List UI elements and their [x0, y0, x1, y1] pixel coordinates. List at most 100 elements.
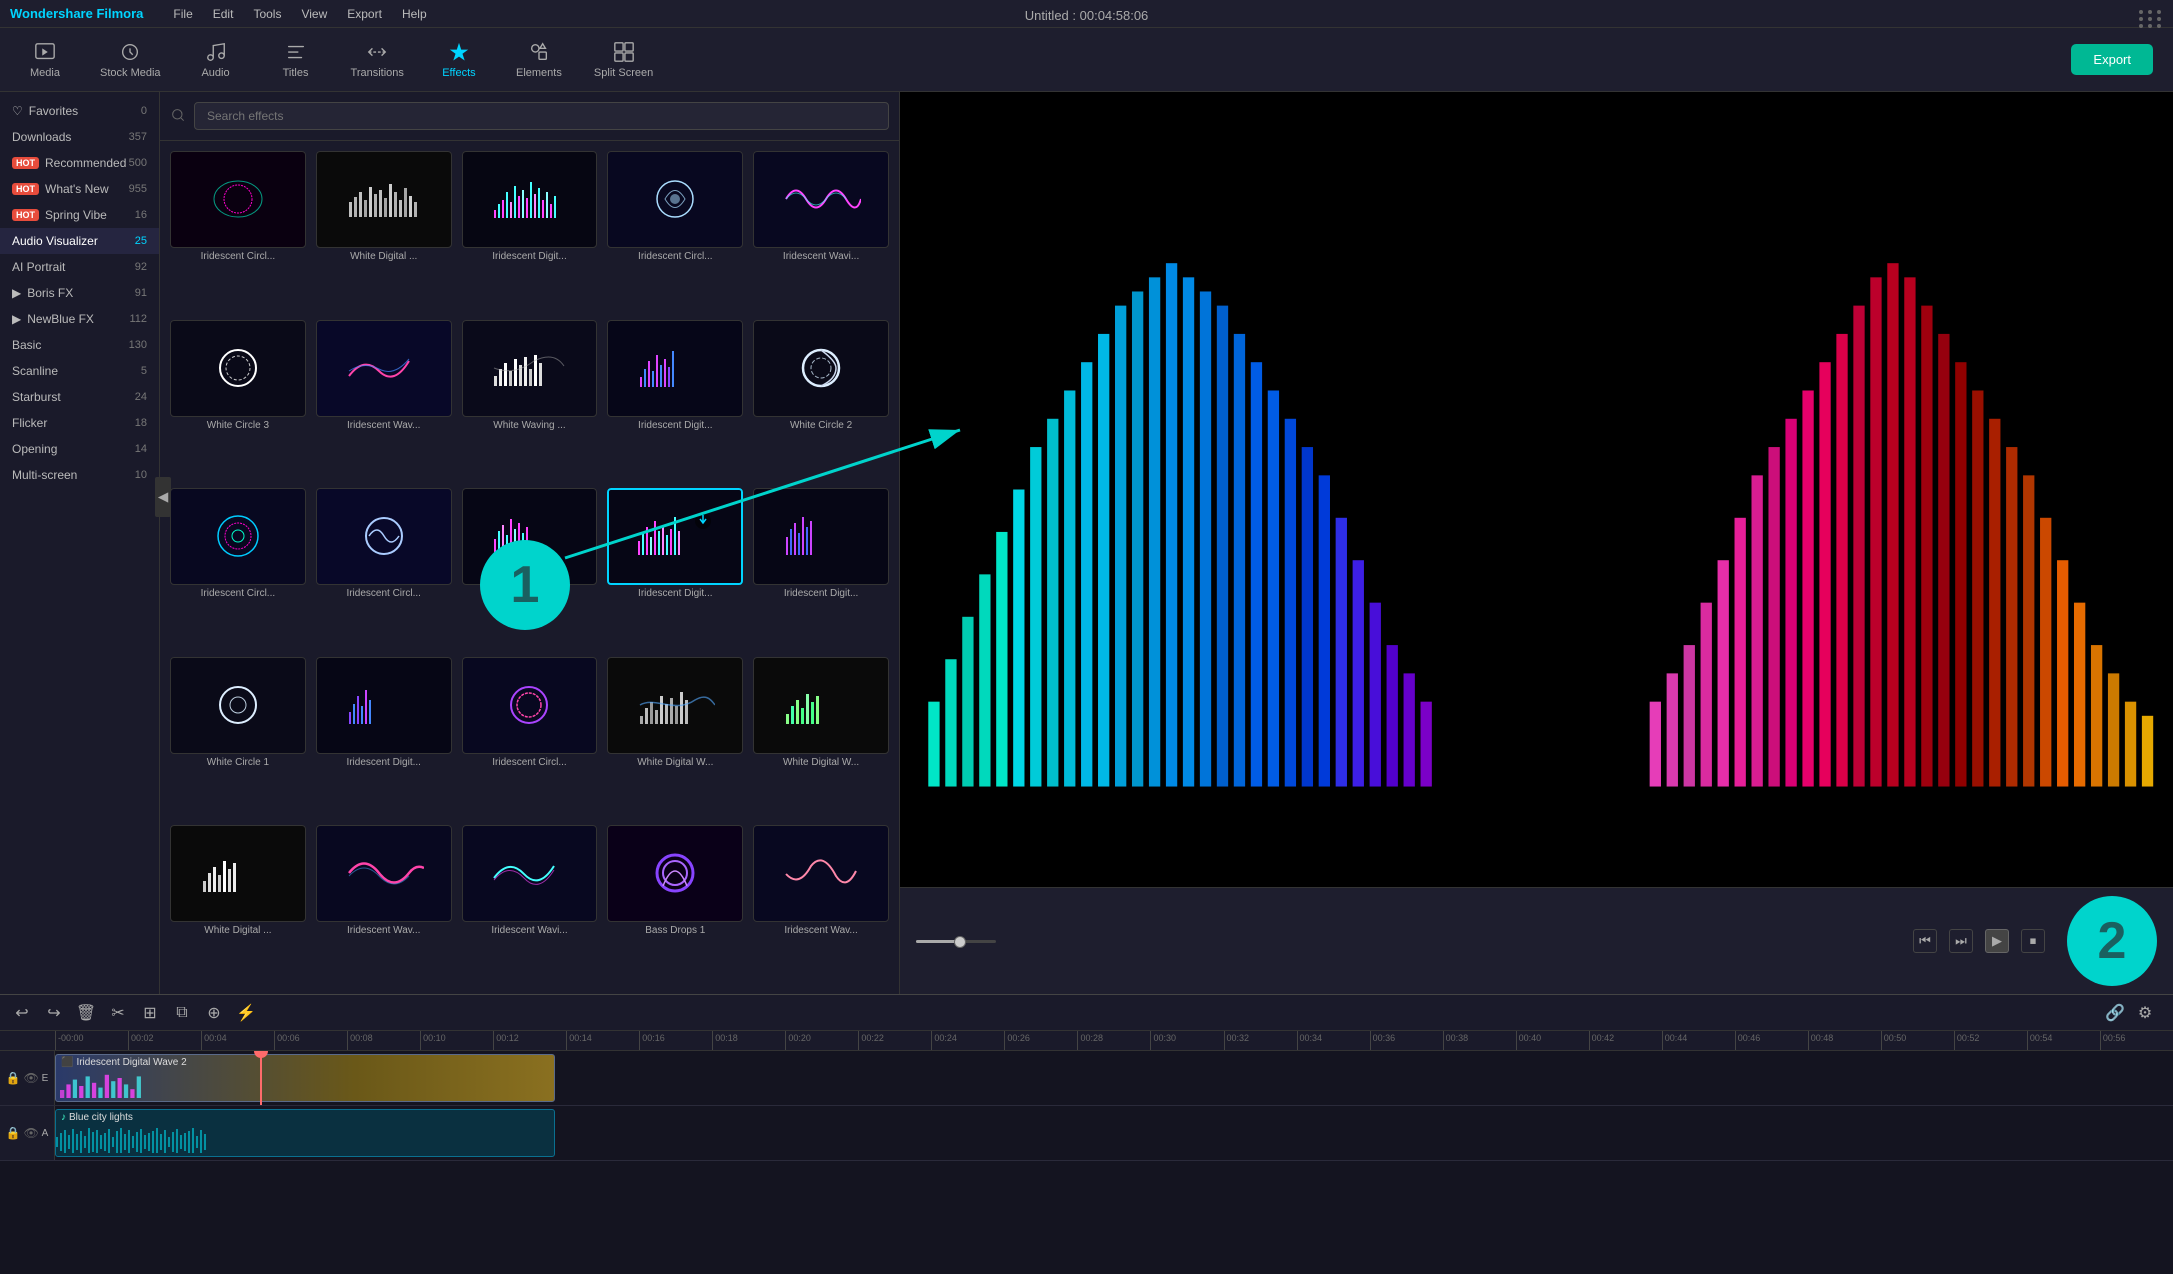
- effect-item-9[interactable]: Iridescent Digit...: [607, 320, 743, 479]
- playhead[interactable]: [260, 1051, 262, 1105]
- main-content: ♡ Favorites 0 Downloads 357 HOT Recommen…: [0, 92, 2173, 994]
- sidebar-item-recommended[interactable]: HOT Recommended 500: [0, 150, 159, 176]
- link-button[interactable]: 🔗: [2103, 1001, 2127, 1025]
- effects-sidebar: ♡ Favorites 0 Downloads 357 HOT Recommen…: [0, 92, 160, 994]
- track-header-effect: 🔒 👁 E: [0, 1051, 55, 1105]
- effect-track-content: ⬛ Iridescent Digital Wave 2: [55, 1051, 2173, 1105]
- sidebar-item-scanline[interactable]: Scanline 5: [0, 358, 159, 384]
- play-button[interactable]: ▶: [1985, 929, 2009, 953]
- sidebar-item-newblue-fx[interactable]: ▶ NewBlue FX 112: [0, 306, 159, 332]
- effect-item-3[interactable]: Iridescent Digit...: [462, 151, 598, 310]
- effect-item-21[interactable]: White Digital ...: [170, 825, 306, 984]
- effect-item-8[interactable]: White Waving ...: [462, 320, 598, 479]
- sidebar-item-downloads[interactable]: Downloads 357: [0, 124, 159, 150]
- sidebar-item-audio-visualizer[interactable]: Audio Visualizer 25: [0, 228, 159, 254]
- sidebar-item-favorites[interactable]: ♡ Favorites 0: [0, 98, 159, 124]
- sidebar-section: ♡ Favorites 0 Downloads 357 HOT Recommen…: [0, 92, 159, 494]
- track-eye-icon-audio[interactable]: 👁: [24, 1126, 38, 1140]
- menu-help[interactable]: Help: [402, 7, 427, 21]
- effect-item-15[interactable]: Iridescent Digit...: [753, 488, 889, 647]
- sidebar-item-whats-new[interactable]: HOT What's New 955: [0, 176, 159, 202]
- track-header-audio: 🔒 👁 A: [0, 1106, 55, 1160]
- export-button[interactable]: Export: [2071, 44, 2153, 75]
- panel-collapse-button[interactable]: ◀: [155, 477, 171, 517]
- effect-item-6[interactable]: White Circle 3: [170, 320, 306, 479]
- tool-effects[interactable]: Effects: [434, 41, 484, 79]
- effect-item-10[interactable]: White Circle 2: [753, 320, 889, 479]
- cut-button[interactable]: ✂: [106, 1001, 130, 1025]
- effect-item-23[interactable]: Iridescent Wavi...: [462, 825, 598, 984]
- preview-area: ⏮ ⏭ ▶ ⏹ 2: [900, 92, 2173, 994]
- speed-button[interactable]: ⚡: [234, 1001, 258, 1025]
- preview-video: [900, 92, 2173, 887]
- heart-icon: ♡: [12, 104, 23, 118]
- tool-stock-media[interactable]: Stock Media: [100, 41, 161, 79]
- effect-item-25[interactable]: Iridescent Wav...: [753, 825, 889, 984]
- track-eye-icon[interactable]: 👁: [24, 1071, 38, 1085]
- effect-item-22[interactable]: Iridescent Wav...: [316, 825, 452, 984]
- timeline-tracks: 🔒 👁 E ⬛ Iridescent Digital Wave 2: [0, 1051, 2173, 1274]
- menu-file[interactable]: File: [173, 7, 192, 21]
- tool-split-screen[interactable]: Split Screen: [594, 41, 653, 79]
- effect-item-18[interactable]: Iridescent Circl...: [462, 657, 598, 816]
- effect-item-4[interactable]: Iridescent Circl...: [607, 151, 743, 310]
- main-toolbar: Media Stock Media Audio Titles Transitio…: [0, 28, 2173, 92]
- menu-tools[interactable]: Tools: [253, 7, 281, 21]
- sidebar-item-spring-vibe[interactable]: HOT Spring Vibe 16: [0, 202, 159, 228]
- sidebar-item-multi-screen[interactable]: Multi-screen 10: [0, 462, 159, 488]
- track-lock-icon[interactable]: 🔒: [6, 1071, 20, 1085]
- sidebar-item-boris-fx[interactable]: ▶ Boris FX 91: [0, 280, 159, 306]
- effect-item-1[interactable]: Iridescent Circl...: [170, 151, 306, 310]
- effect-item-5[interactable]: Iridescent Wavi...: [753, 151, 889, 310]
- sidebar-item-basic[interactable]: Basic 130: [0, 332, 159, 358]
- effect-item-17[interactable]: Iridescent Digit...: [316, 657, 452, 816]
- tool-elements[interactable]: Elements: [514, 41, 564, 79]
- clip-title-effect: ⬛ Iridescent Digital Wave 2: [56, 1055, 554, 1070]
- sidebar-item-flicker[interactable]: Flicker 18: [0, 410, 159, 436]
- sidebar-item-opening[interactable]: Opening 14: [0, 436, 159, 462]
- tool-transitions[interactable]: Transitions: [351, 41, 404, 79]
- effect-item-24[interactable]: Bass Drops 1: [607, 825, 743, 984]
- menu-edit[interactable]: Edit: [213, 7, 234, 21]
- effect-item-7[interactable]: Iridescent Wav...: [316, 320, 452, 479]
- menu-export[interactable]: Export: [347, 7, 382, 21]
- track-lock-icon-audio[interactable]: 🔒: [6, 1126, 20, 1140]
- annotation-1: 1: [480, 540, 570, 630]
- effect-item-2[interactable]: White Digital ...: [316, 151, 452, 310]
- grid-options-icon[interactable]: [2139, 10, 2163, 28]
- undo-button[interactable]: ↩: [10, 1001, 34, 1025]
- tool-audio[interactable]: Audio: [191, 41, 241, 79]
- effect-item-19[interactable]: White Digital W...: [607, 657, 743, 816]
- timeline-ruler: -00:00 00:02 00:04 00:06 00:08 00:10 00:…: [0, 1031, 2173, 1051]
- annotation-2: 2: [2067, 896, 2157, 986]
- preview-visualization: [900, 92, 2173, 887]
- frame-back-button[interactable]: ⏭: [1949, 929, 1973, 953]
- effect-item-12[interactable]: Iridescent Circl...: [316, 488, 452, 647]
- tool-titles[interactable]: Titles: [271, 41, 321, 79]
- effect-item-14[interactable]: Iridescent Digit...: [607, 488, 743, 647]
- delete-button[interactable]: 🗑: [74, 1001, 98, 1025]
- timeline: ↩ ↪ 🗑 ✂ ⊞ ⧉ ⊕ ⚡ 🔗 ⚙ -00:00 00:02 00:04 0…: [0, 994, 2173, 1274]
- effect-clip[interactable]: ⬛ Iridescent Digital Wave 2: [55, 1054, 555, 1102]
- skip-back-button[interactable]: ⏮: [1913, 929, 1937, 953]
- split-button[interactable]: ⊞: [138, 1001, 162, 1025]
- expand-icon: ▶: [12, 312, 21, 326]
- redo-button[interactable]: ↪: [42, 1001, 66, 1025]
- sidebar-item-ai-portrait[interactable]: AI Portrait 92: [0, 254, 159, 280]
- menu-view[interactable]: View: [301, 7, 327, 21]
- crop-button[interactable]: ⧉: [170, 1001, 194, 1025]
- effect-item-11[interactable]: Iridescent Circl...: [170, 488, 306, 647]
- effect-item-20[interactable]: White Digital W...: [753, 657, 889, 816]
- audio-clip[interactable]: ♪ Blue city lights: [55, 1109, 555, 1157]
- menu-bar: Wondershare Filmora File Edit Tools View…: [0, 0, 2173, 28]
- stop-button[interactable]: ⏹: [2021, 929, 2045, 953]
- tool-media[interactable]: Media: [20, 41, 70, 79]
- preview-controls: ⏮ ⏭ ▶ ⏹ 2: [900, 887, 2173, 994]
- app-logo: Wondershare Filmora: [10, 6, 143, 21]
- settings-button[interactable]: ⚙: [2133, 1001, 2157, 1025]
- sidebar-item-starburst[interactable]: Starburst 24: [0, 384, 159, 410]
- search-effects-input[interactable]: [194, 102, 889, 130]
- effect-item-16[interactable]: White Circle 1: [170, 657, 306, 816]
- audio-track-row: 🔒 👁 A ♪ Blue city lights: [0, 1106, 2173, 1161]
- stabilize-button[interactable]: ⊕: [202, 1001, 226, 1025]
